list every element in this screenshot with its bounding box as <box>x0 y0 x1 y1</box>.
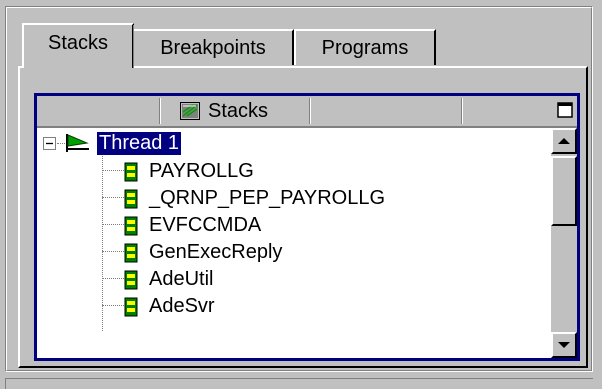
tab-stacks-label: Stacks <box>47 32 109 54</box>
stacks-header-title[interactable]: Stacks <box>180 98 268 124</box>
program-icon <box>124 243 138 263</box>
header-separator <box>461 98 463 124</box>
stack-frame-label: _QRNP_PEP_PAYROLLG <box>149 187 386 209</box>
thread-flag-icon <box>66 134 89 152</box>
vertical-scrollbar[interactable] <box>551 128 577 358</box>
stack-icon <box>180 102 200 120</box>
tab-programs[interactable]: Programs <box>294 29 436 65</box>
stack-frame-item[interactable]: PAYROLLG <box>37 158 557 185</box>
tab-breakpoints-label: Breakpoints <box>160 36 266 59</box>
arrow-down-icon <box>558 342 570 348</box>
program-icon <box>124 189 138 209</box>
header-separator <box>159 98 161 124</box>
tab-breakpoints[interactable]: Breakpoints <box>132 29 294 65</box>
collapse-toggle-icon[interactable] <box>43 137 56 150</box>
stack-frame-label: PAYROLLG <box>149 160 254 182</box>
stack-frame-item[interactable]: _QRNP_PEP_PAYROLLG <box>37 185 557 212</box>
stack-frame-label: AdeUtil <box>149 268 214 290</box>
stack-frame-item[interactable]: AdeUtil <box>37 266 557 293</box>
stack-frame-label: EVFCCMDA <box>149 214 262 236</box>
header-separator <box>309 98 311 124</box>
maximize-icon[interactable] <box>557 102 573 118</box>
stack-frame-label: GenExecReply <box>149 241 283 263</box>
stacks-header-label: Stacks <box>208 99 269 122</box>
program-icon <box>124 216 138 236</box>
program-icon <box>124 270 138 290</box>
stack-frame-label: AdeSvr <box>149 295 215 317</box>
scroll-up-button[interactable] <box>551 128 577 154</box>
tab-stacks[interactable]: Stacks <box>22 23 134 68</box>
stack-frame-item[interactable]: EVFCCMDA <box>37 212 557 239</box>
arrow-up-icon <box>558 138 570 144</box>
stacks-tab-page: Stacks Thread 1 PAYROLLG _QRNP_PEP_PAYRO… <box>18 66 588 368</box>
tree-node-thread[interactable]: Thread 1 <box>37 130 557 157</box>
stacks-header: Stacks <box>37 96 577 126</box>
stack-frame-item[interactable]: AdeSvr <box>37 293 557 320</box>
tab-programs-label: Programs <box>321 36 409 59</box>
stack-frame-item[interactable]: GenExecReply <box>37 239 557 266</box>
status-bar <box>5 378 593 389</box>
scroll-down-button[interactable] <box>551 332 577 358</box>
scroll-thumb[interactable] <box>551 156 577 226</box>
stack-tree[interactable]: Thread 1 PAYROLLG _QRNP_PEP_PAYROLLG EVF… <box>37 126 577 358</box>
program-icon <box>124 297 138 317</box>
stacks-view: Stacks Thread 1 PAYROLLG _QRNP_PEP_PAYRO… <box>34 93 580 361</box>
thread-label[interactable]: Thread 1 <box>97 132 182 155</box>
program-icon <box>124 162 138 182</box>
